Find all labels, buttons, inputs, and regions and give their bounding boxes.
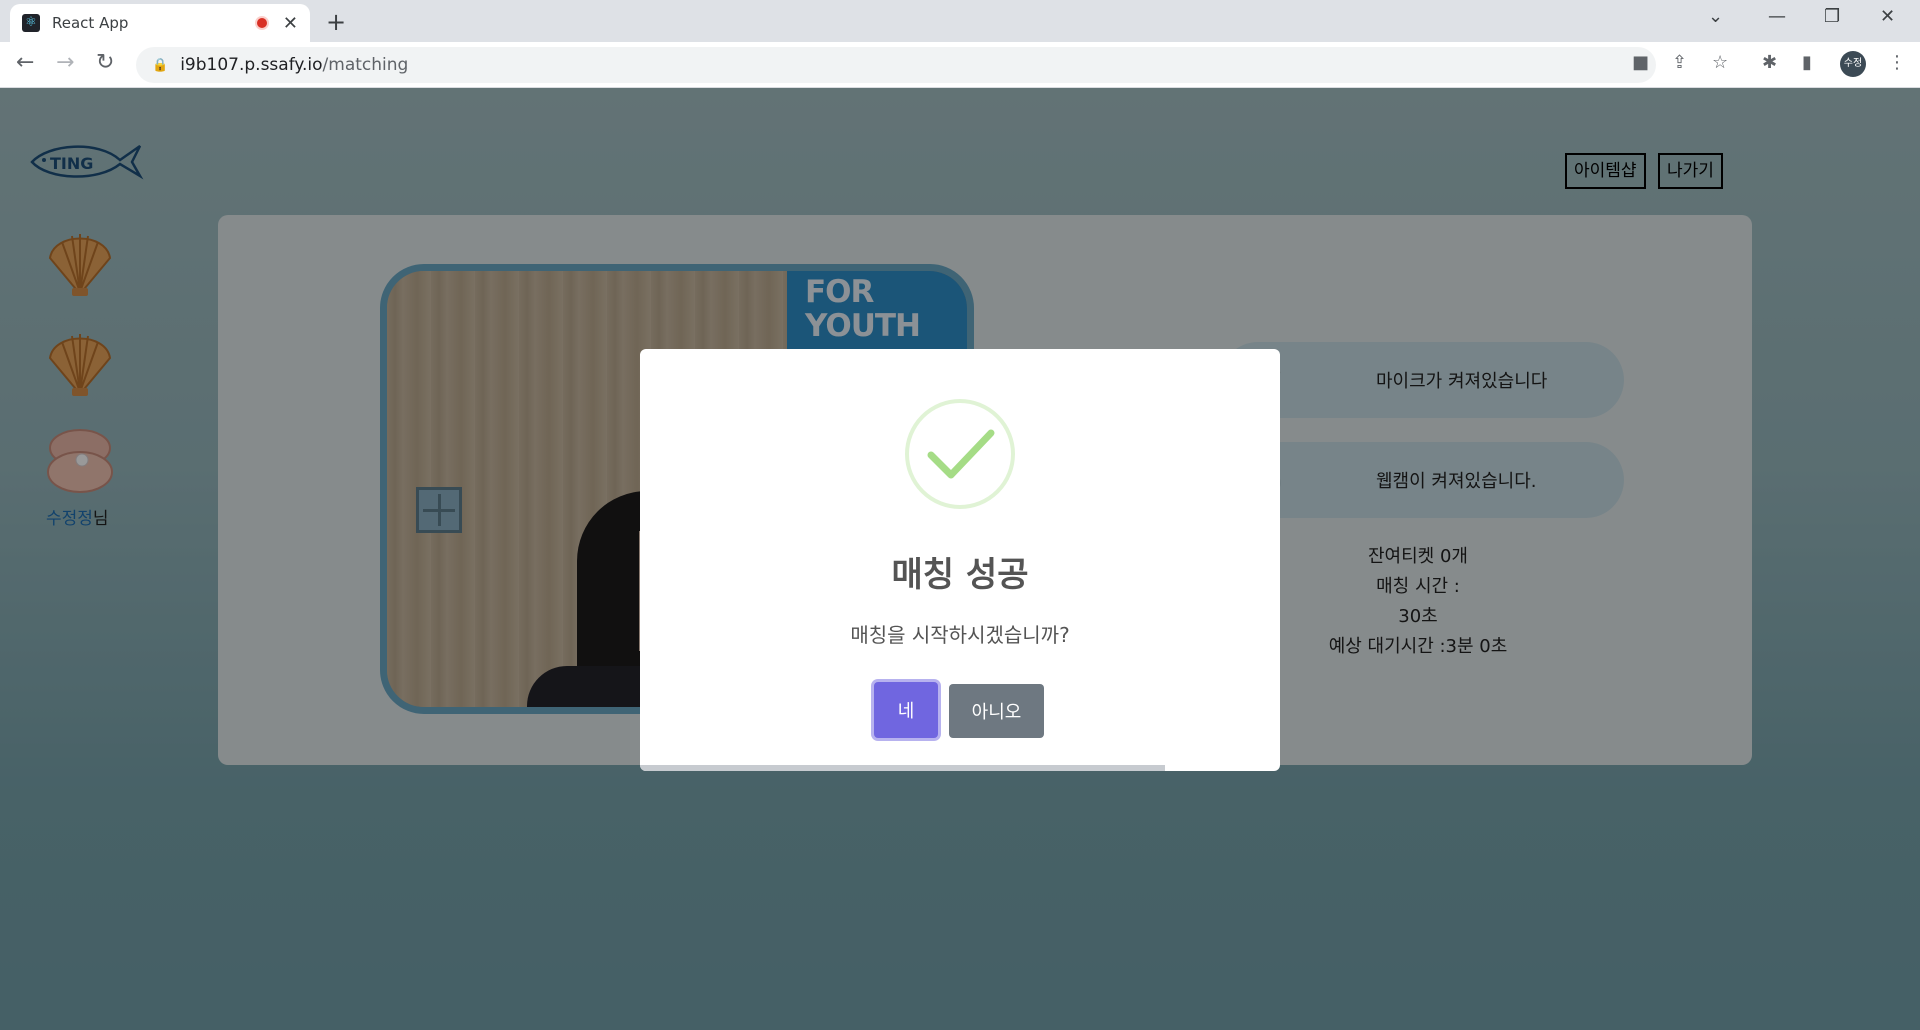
- tab-search-icon[interactable]: ⌄: [1708, 6, 1723, 27]
- restore-icon[interactable]: ❐: [1824, 6, 1840, 27]
- dialog-title: 매칭 성공: [891, 555, 1029, 595]
- menu-icon[interactable]: ⋮: [1888, 52, 1906, 73]
- react-icon: ⚛: [22, 14, 40, 32]
- tab-title: React App: [52, 14, 129, 32]
- share-icon[interactable]: ⇪: [1672, 52, 1687, 73]
- cancel-button[interactable]: 아니오: [949, 684, 1044, 738]
- camera-icon[interactable]: ■: [1632, 52, 1649, 73]
- url-path: /matching: [322, 55, 409, 75]
- dialog-message: 매칭을 시작하시겠습니까?: [850, 623, 1070, 647]
- reload-icon[interactable]: ↻: [96, 50, 114, 75]
- url-input[interactable]: 🔒 i9b107.p.ssafy.io/matching: [136, 47, 1656, 83]
- lock-icon: 🔒: [152, 57, 169, 73]
- bookmark-star-icon[interactable]: ☆: [1712, 52, 1728, 73]
- url-host: i9b107.p.ssafy.io: [180, 55, 323, 75]
- extensions-icon[interactable]: ✱: [1762, 52, 1777, 73]
- confirm-button[interactable]: 네: [874, 682, 938, 738]
- new-tab-icon[interactable]: +: [326, 8, 346, 36]
- profile-avatar[interactable]: 수정: [1840, 51, 1866, 77]
- tab-close-icon[interactable]: ✕: [283, 13, 298, 34]
- recording-icon: [254, 16, 269, 30]
- browser-tab-bar: ⚛ React App ✕ + ⌄ — ❐ ✕: [0, 0, 1920, 42]
- minimize-icon[interactable]: —: [1768, 6, 1786, 27]
- browser-tab[interactable]: ⚛ React App ✕: [10, 4, 310, 42]
- dialog-timer-progress: [640, 765, 1165, 771]
- match-success-dialog: 매칭 성공 매칭을 시작하시겠습니까? 네 아니오: [640, 349, 1280, 771]
- side-panel-icon[interactable]: ▮: [1802, 52, 1812, 73]
- forward-icon[interactable]: →: [56, 50, 74, 75]
- close-window-icon[interactable]: ✕: [1880, 6, 1895, 27]
- address-bar: ← → ↻ 🔒 i9b107.p.ssafy.io/matching ■ ⇪ ☆…: [0, 42, 1920, 88]
- back-icon[interactable]: ←: [16, 50, 34, 75]
- success-check-icon: [927, 429, 995, 479]
